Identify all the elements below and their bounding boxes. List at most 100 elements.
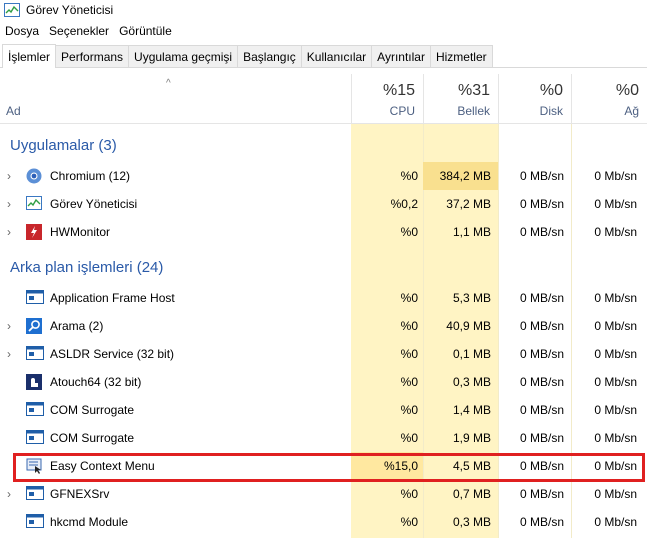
- process-network: 0 Mb/sn: [594, 403, 637, 417]
- process-name: GFNEXSrv: [50, 487, 110, 501]
- process-row[interactable]: COM Surrogate %0 1,9 MB 0 MB/sn 0 Mb/sn: [0, 424, 647, 452]
- process-name: Chromium (12): [50, 169, 131, 183]
- column-cpu-header[interactable]: %15 CPU: [351, 74, 423, 124]
- process-network: 0 Mb/sn: [594, 487, 637, 501]
- menu-options[interactable]: Seçenekler: [44, 24, 114, 38]
- process-memory: 1,4 MB: [452, 403, 491, 417]
- process-disk: 0 MB/sn: [519, 515, 564, 529]
- process-disk: 0 MB/sn: [519, 225, 564, 239]
- network-label: Ağ: [624, 104, 639, 118]
- process-disk: 0 MB/sn: [519, 291, 564, 305]
- group-background-heading[interactable]: Arka plan işlemleri (24): [10, 259, 163, 279]
- process-row[interactable]: › Chromium (12) %0 384,2 MB 0 MB/sn 0 Mb/sn: [0, 162, 647, 190]
- process-cpu: %0: [400, 431, 418, 445]
- cpu-label: CPU: [389, 104, 415, 118]
- tab-processes[interactable]: İşlemler: [2, 44, 57, 68]
- process-memory: 0,3 MB: [452, 515, 491, 529]
- tab-details[interactable]: Ayrıntılar: [371, 45, 431, 67]
- process-network: 0 Mb/sn: [594, 347, 637, 361]
- process-row[interactable]: › Arama (2) %0 40,9 MB 0 MB/sn 0 Mb/sn: [0, 312, 647, 340]
- process-memory: 1,9 MB: [452, 431, 491, 445]
- process-network: 0 Mb/sn: [594, 197, 637, 211]
- process-memory: 37,2 MB: [446, 197, 491, 211]
- chromium-icon: [26, 168, 44, 184]
- process-name: Görev Yöneticisi: [50, 197, 138, 211]
- process-row[interactable]: COM Surrogate %0 1,4 MB 0 MB/sn 0 Mb/sn: [0, 396, 647, 424]
- process-row[interactable]: › GFNEXSrv %0 0,7 MB 0 MB/sn 0 Mb/sn: [0, 480, 647, 508]
- process-row[interactable]: Application Frame Host %0 5,3 MB 0 MB/sn 0 M…: [0, 284, 647, 312]
- cpu-total: %15: [382, 82, 415, 99]
- task-manager-icon: [4, 3, 20, 17]
- expand-chevron-icon[interactable]: ›: [7, 319, 11, 333]
- hwmonitor-icon: [26, 224, 44, 240]
- expand-chevron-icon[interactable]: ›: [7, 487, 11, 501]
- search-icon: [26, 318, 44, 334]
- sort-arrow-icon: ^: [166, 78, 171, 89]
- tab-services[interactable]: Hizmetler: [429, 45, 493, 67]
- process-name: Application Frame Host: [50, 291, 175, 305]
- window-title: Görev Yöneticisi: [26, 3, 114, 17]
- group-apps-heading[interactable]: Uygulamalar (3): [10, 137, 117, 157]
- window-icon: [26, 346, 44, 362]
- tab-app-history[interactable]: Uygulama geçmişi: [128, 45, 239, 67]
- process-name: ASLDR Service (32 bit): [50, 347, 175, 361]
- disk-total: %0: [539, 82, 563, 99]
- tab-startup[interactable]: Başlangıç: [237, 45, 302, 67]
- process-row[interactable]: › Görev Yöneticisi %0,2 37,2 MB 0 MB/sn 0 Mb/…: [0, 190, 647, 218]
- column-name-header[interactable]: Ad: [6, 104, 21, 118]
- expand-chevron-icon[interactable]: ›: [7, 169, 11, 183]
- process-memory: 0,7 MB: [452, 487, 491, 501]
- expand-chevron-icon[interactable]: ›: [7, 197, 11, 211]
- menu-file[interactable]: Dosya: [0, 24, 44, 38]
- process-name: COM Surrogate: [50, 403, 135, 417]
- process-cpu: %0: [400, 169, 418, 183]
- window-icon: [26, 402, 44, 418]
- process-cpu: %0: [400, 319, 418, 333]
- process-network: 0 Mb/sn: [594, 375, 637, 389]
- window-icon: [26, 514, 44, 530]
- atouch-icon: [26, 374, 44, 390]
- column-memory-header[interactable]: %31 Bellek: [423, 74, 498, 124]
- process-disk: 0 MB/sn: [519, 197, 564, 211]
- process-memory: 1,1 MB: [452, 225, 491, 239]
- window-icon: [26, 486, 44, 502]
- expand-chevron-icon[interactable]: ›: [7, 347, 11, 361]
- process-disk: 0 MB/sn: [519, 375, 564, 389]
- process-row[interactable]: hkcmd Module %0 0,3 MB 0 MB/sn 0 Mb/sn: [0, 508, 647, 536]
- process-disk: 0 MB/sn: [519, 403, 564, 417]
- menu-view[interactable]: Görüntüle: [114, 24, 177, 38]
- memory-total: %31: [457, 82, 490, 99]
- process-network: 0 Mb/sn: [594, 431, 637, 445]
- disk-label: Disk: [539, 104, 563, 118]
- process-disk: 0 MB/sn: [519, 169, 564, 183]
- expand-chevron-icon[interactable]: ›: [7, 225, 11, 239]
- process-memory: 40,9 MB: [446, 319, 491, 333]
- process-row[interactable]: › ASLDR Service (32 bit) %0 0,1 MB 0 MB/sn 0 …: [0, 340, 647, 368]
- process-row[interactable]: › HWMonitor %0 1,1 MB 0 MB/sn 0 Mb/sn: [0, 218, 647, 246]
- process-name: Arama (2): [50, 319, 104, 333]
- tab-users[interactable]: Kullanıcılar: [300, 45, 373, 67]
- menu-bar: Dosya Seçenekler Görüntüle: [0, 21, 177, 41]
- process-row[interactable]: Atouch64 (32 bit) %0 0,3 MB 0 MB/sn 0 Mb/sn: [0, 368, 647, 396]
- tab-performance[interactable]: Performans: [55, 45, 130, 67]
- process-network: 0 Mb/sn: [594, 225, 637, 239]
- process-network: 0 Mb/sn: [594, 169, 637, 183]
- task-manager-icon: [26, 196, 44, 212]
- tab-strip: İşlemler Performans Uygulama geçmişi Baş…: [0, 44, 647, 68]
- process-cpu: %0: [400, 375, 418, 389]
- process-disk: 0 MB/sn: [519, 347, 564, 361]
- process-disk: 0 MB/sn: [519, 431, 564, 445]
- process-disk: 0 MB/sn: [519, 487, 564, 501]
- column-disk-header[interactable]: %0 Disk: [498, 74, 571, 124]
- process-memory: 384,2 MB: [439, 169, 491, 183]
- column-header: ^ Ad %15 CPU %31 Bellek %0 Disk %0 Ağ: [0, 74, 647, 124]
- selection-highlight-box: [13, 453, 645, 482]
- process-cpu: %0: [400, 403, 418, 417]
- process-name: HWMonitor: [50, 225, 111, 239]
- column-network-header[interactable]: %0 Ağ: [571, 74, 647, 124]
- process-memory: 0,1 MB: [452, 347, 491, 361]
- process-network: 0 Mb/sn: [594, 319, 637, 333]
- process-name: COM Surrogate: [50, 431, 135, 445]
- process-cpu: %0: [400, 225, 418, 239]
- window-icon: [26, 430, 44, 446]
